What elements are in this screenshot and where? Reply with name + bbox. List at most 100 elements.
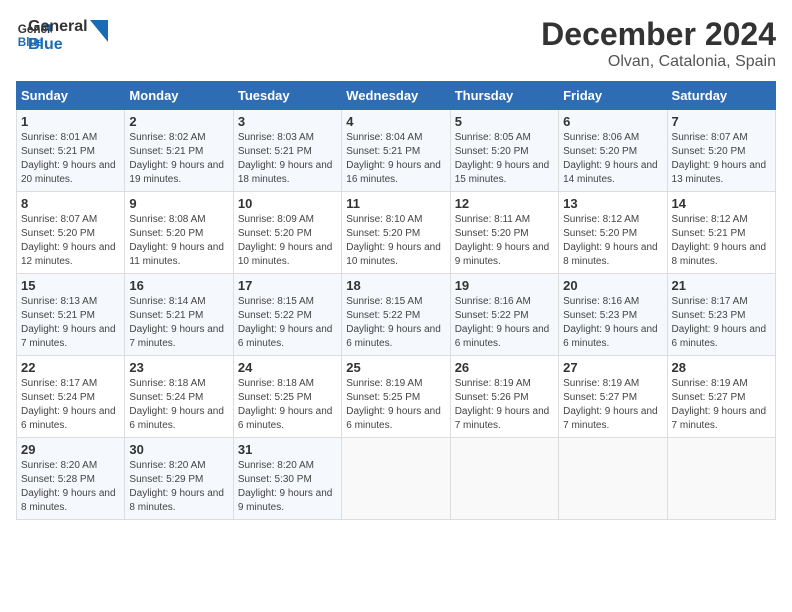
- day-number: 3: [238, 114, 337, 129]
- cell-info: Sunrise: 8:07 AMSunset: 5:20 PMDaylight:…: [21, 214, 116, 267]
- cell-info: Sunrise: 8:09 AMSunset: 5:20 PMDaylight:…: [238, 214, 333, 267]
- cell-info: Sunrise: 8:08 AMSunset: 5:20 PMDaylight:…: [129, 214, 224, 267]
- logo: General Blue General Blue: [16, 16, 108, 53]
- day-number: 29: [21, 442, 120, 457]
- header-tuesday: Tuesday: [233, 82, 341, 110]
- header-sunday: Sunday: [17, 82, 125, 110]
- cell-week3-day4: 19Sunrise: 8:16 AMSunset: 5:22 PMDayligh…: [450, 274, 558, 356]
- day-number: 10: [238, 196, 337, 211]
- day-number: 30: [129, 442, 228, 457]
- day-number: 8: [21, 196, 120, 211]
- cell-week3-day6: 21 Sunrise: 8:17 AMSunset: 5:23 PMDayligh…: [667, 274, 775, 356]
- header-monday: Monday: [125, 82, 233, 110]
- day-number: 11: [346, 196, 445, 211]
- cell-week1-day4: 5 Sunrise: 8:05 AMSunset: 5:20 PMDaylight…: [450, 110, 558, 192]
- cell-week3-day1: 16Sunrise: 8:14 AMSunset: 5:21 PMDayligh…: [125, 274, 233, 356]
- cell-info: Sunrise: 8:19 AMSunset: 5:25 PMDaylight:…: [346, 378, 441, 431]
- header-wednesday: Wednesday: [342, 82, 450, 110]
- header-saturday: Saturday: [667, 82, 775, 110]
- day-number: 21: [672, 278, 771, 293]
- day-number: 5: [455, 114, 554, 129]
- calendar-table: Sunday Monday Tuesday Wednesday Thursday…: [16, 81, 776, 520]
- cell-week2-day2: 10 Sunrise: 8:09 AMSunset: 5:20 PMDayligh…: [233, 192, 341, 274]
- cell-week4-day4: 26 Sunrise: 8:19 AMSunset: 5:26 PMDayligh…: [450, 356, 558, 438]
- cell-week5-day0: 29 Sunrise: 8:20 AMSunset: 5:28 PMDayligh…: [17, 438, 125, 520]
- day-number: 1: [21, 114, 120, 129]
- day-number: 27: [563, 360, 662, 375]
- cell-week5-day2: 31 Sunrise: 8:20 AMSunset: 5:30 PMDayligh…: [233, 438, 341, 520]
- cell-week3-day3: 18 Sunrise: 8:15 AMSunset: 5:22 PMDayligh…: [342, 274, 450, 356]
- cell-week5-day1: 30 Sunrise: 8:20 AMSunset: 5:29 PMDayligh…: [125, 438, 233, 520]
- cell-week1-day1: 2Sunrise: 8:02 AMSunset: 5:21 PMDaylight…: [125, 110, 233, 192]
- cell-week2-day6: 14 Sunrise: 8:12 AMSunset: 5:21 PMDayligh…: [667, 192, 775, 274]
- cell-week5-day3: [342, 438, 450, 520]
- cell-info: Sunrise: 8:20 AMSunset: 5:30 PMDaylight:…: [238, 460, 333, 513]
- cell-week4-day3: 25Sunrise: 8:19 AMSunset: 5:25 PMDayligh…: [342, 356, 450, 438]
- logo-line1: General: [28, 18, 88, 36]
- day-number: 31: [238, 442, 337, 457]
- day-number: 2: [129, 114, 228, 129]
- day-number: 12: [455, 196, 554, 211]
- week-row-2: 8 Sunrise: 8:07 AMSunset: 5:20 PMDaylight…: [17, 192, 776, 274]
- cell-info: Sunrise: 8:01 AMSunset: 5:21 PMDaylight:…: [21, 132, 116, 185]
- week-row-4: 22 Sunrise: 8:17 AMSunset: 5:24 PMDayligh…: [17, 356, 776, 438]
- title-block: December 2024 Olvan, Catalonia, Spain: [541, 16, 776, 71]
- cell-info: Sunrise: 8:18 AMSunset: 5:25 PMDaylight:…: [238, 378, 333, 431]
- cell-week5-day4: [450, 438, 558, 520]
- day-number: 13: [563, 196, 662, 211]
- cell-week1-day3: 4 Sunrise: 8:04 AMSunset: 5:21 PMDaylight…: [342, 110, 450, 192]
- cell-info: Sunrise: 8:16 AMSunset: 5:23 PMDaylight:…: [563, 296, 658, 349]
- cell-week1-day6: 7 Sunrise: 8:07 AMSunset: 5:20 PMDaylight…: [667, 110, 775, 192]
- week-row-3: 15Sunrise: 8:13 AMSunset: 5:21 PMDayligh…: [17, 274, 776, 356]
- cell-info: Sunrise: 8:19 AMSunset: 5:27 PMDaylight:…: [563, 378, 658, 431]
- cell-info: Sunrise: 8:11 AMSunset: 5:20 PMDaylight:…: [455, 214, 550, 267]
- header-thursday: Thursday: [450, 82, 558, 110]
- cell-week4-day5: 27 Sunrise: 8:19 AMSunset: 5:27 PMDayligh…: [559, 356, 667, 438]
- header-row: Sunday Monday Tuesday Wednesday Thursday…: [17, 82, 776, 110]
- cell-info: Sunrise: 8:12 AMSunset: 5:21 PMDaylight:…: [672, 214, 767, 267]
- cell-info: Sunrise: 8:05 AMSunset: 5:20 PMDaylight:…: [455, 132, 550, 185]
- cell-week4-day6: 28 Sunrise: 8:19 AMSunset: 5:27 PMDayligh…: [667, 356, 775, 438]
- day-number: 16: [129, 278, 228, 293]
- cell-week2-day0: 8 Sunrise: 8:07 AMSunset: 5:20 PMDaylight…: [17, 192, 125, 274]
- cell-info: Sunrise: 8:07 AMSunset: 5:20 PMDaylight:…: [672, 132, 767, 185]
- logo-line2: Blue: [28, 36, 88, 54]
- cell-week3-day5: 20Sunrise: 8:16 AMSunset: 5:23 PMDayligh…: [559, 274, 667, 356]
- day-number: 14: [672, 196, 771, 211]
- cell-week5-day5: [559, 438, 667, 520]
- cell-info: Sunrise: 8:13 AMSunset: 5:21 PMDaylight:…: [21, 296, 116, 349]
- cell-week2-day3: 11 Sunrise: 8:10 AMSunset: 5:20 PMDayligh…: [342, 192, 450, 274]
- cell-week4-day1: 23Sunrise: 8:18 AMSunset: 5:24 PMDayligh…: [125, 356, 233, 438]
- header: General Blue General Blue December 2024 …: [16, 16, 776, 71]
- cell-info: Sunrise: 8:20 AMSunset: 5:28 PMDaylight:…: [21, 460, 116, 513]
- day-number: 28: [672, 360, 771, 375]
- cell-week4-day2: 24 Sunrise: 8:18 AMSunset: 5:25 PMDayligh…: [233, 356, 341, 438]
- day-number: 4: [346, 114, 445, 129]
- cell-week1-day5: 6Sunrise: 8:06 AMSunset: 5:20 PMDaylight…: [559, 110, 667, 192]
- cell-info: Sunrise: 8:10 AMSunset: 5:20 PMDaylight:…: [346, 214, 441, 267]
- cell-info: Sunrise: 8:04 AMSunset: 5:21 PMDaylight:…: [346, 132, 441, 185]
- cell-week1-day0: 1 Sunrise: 8:01 AMSunset: 5:21 PMDaylight…: [17, 110, 125, 192]
- cell-info: Sunrise: 8:06 AMSunset: 5:20 PMDaylight:…: [563, 132, 658, 185]
- cell-info: Sunrise: 8:15 AMSunset: 5:22 PMDaylight:…: [346, 296, 441, 349]
- main-title: December 2024: [541, 16, 776, 53]
- cell-info: Sunrise: 8:17 AMSunset: 5:23 PMDaylight:…: [672, 296, 767, 349]
- cell-week3-day0: 15Sunrise: 8:13 AMSunset: 5:21 PMDayligh…: [17, 274, 125, 356]
- cell-week4-day0: 22 Sunrise: 8:17 AMSunset: 5:24 PMDayligh…: [17, 356, 125, 438]
- week-row-5: 29 Sunrise: 8:20 AMSunset: 5:28 PMDayligh…: [17, 438, 776, 520]
- cell-info: Sunrise: 8:15 AMSunset: 5:22 PMDaylight:…: [238, 296, 333, 349]
- day-number: 22: [21, 360, 120, 375]
- cell-week2-day4: 12 Sunrise: 8:11 AMSunset: 5:20 PMDayligh…: [450, 192, 558, 274]
- day-number: 24: [238, 360, 337, 375]
- day-number: 7: [672, 114, 771, 129]
- day-number: 18: [346, 278, 445, 293]
- cell-info: Sunrise: 8:03 AMSunset: 5:21 PMDaylight:…: [238, 132, 333, 185]
- cell-info: Sunrise: 8:20 AMSunset: 5:29 PMDaylight:…: [129, 460, 224, 513]
- day-number: 17: [238, 278, 337, 293]
- cell-info: Sunrise: 8:17 AMSunset: 5:24 PMDaylight:…: [21, 378, 116, 431]
- cell-info: Sunrise: 8:12 AMSunset: 5:20 PMDaylight:…: [563, 214, 658, 267]
- day-number: 26: [455, 360, 554, 375]
- cell-info: Sunrise: 8:19 AMSunset: 5:27 PMDaylight:…: [672, 378, 767, 431]
- header-friday: Friday: [559, 82, 667, 110]
- cell-info: Sunrise: 8:19 AMSunset: 5:26 PMDaylight:…: [455, 378, 550, 431]
